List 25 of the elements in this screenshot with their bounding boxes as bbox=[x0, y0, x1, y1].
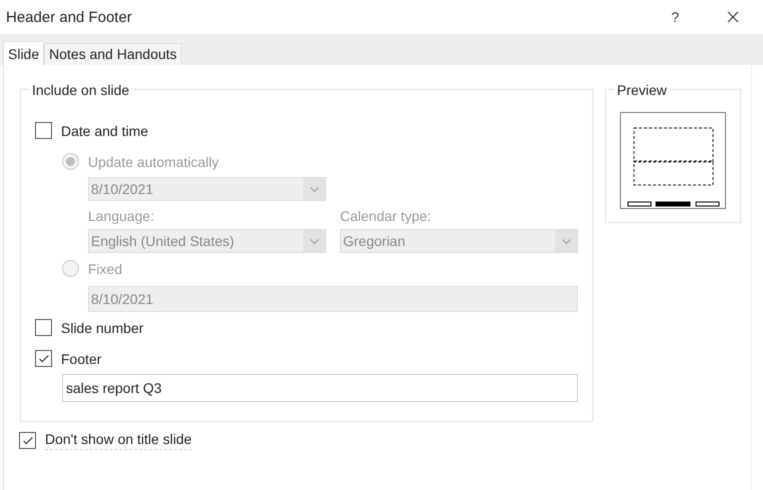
group-title: Preview bbox=[614, 82, 670, 98]
help-button[interactable]: ? bbox=[671, 9, 679, 25]
tab[interactable]: Slide bbox=[3, 41, 44, 65]
checkbox-label: Footer bbox=[61, 350, 102, 366]
close-icon[interactable] bbox=[727, 11, 739, 23]
field-label: Calendar type: bbox=[340, 208, 432, 224]
footer-text-field[interactable]: sales report Q3 bbox=[62, 374, 578, 402]
field-label: Language: bbox=[88, 208, 156, 224]
checkbox[interactable] bbox=[35, 350, 52, 367]
chevron-down-icon bbox=[562, 238, 570, 244]
checkbox[interactable] bbox=[35, 122, 52, 139]
checkbox-label: Slide number bbox=[61, 320, 144, 336]
radio-label: Fixed bbox=[88, 260, 122, 276]
radio-label: Update automatically bbox=[88, 154, 219, 170]
radio-button[interactable] bbox=[62, 260, 79, 277]
tab[interactable]: Notes and Handouts bbox=[44, 43, 182, 65]
group-title: Include on slide bbox=[29, 82, 132, 98]
checkbox[interactable] bbox=[19, 432, 36, 449]
checkbox-label: Date and time bbox=[61, 122, 148, 138]
window-title: Header and Footer bbox=[6, 8, 133, 26]
chevron-down-icon bbox=[310, 186, 318, 192]
radio-button[interactable] bbox=[62, 153, 79, 170]
checkbox-label: Don't show on title slide bbox=[45, 431, 192, 450]
checkbox[interactable] bbox=[35, 319, 52, 336]
chevron-down-icon bbox=[310, 238, 318, 244]
